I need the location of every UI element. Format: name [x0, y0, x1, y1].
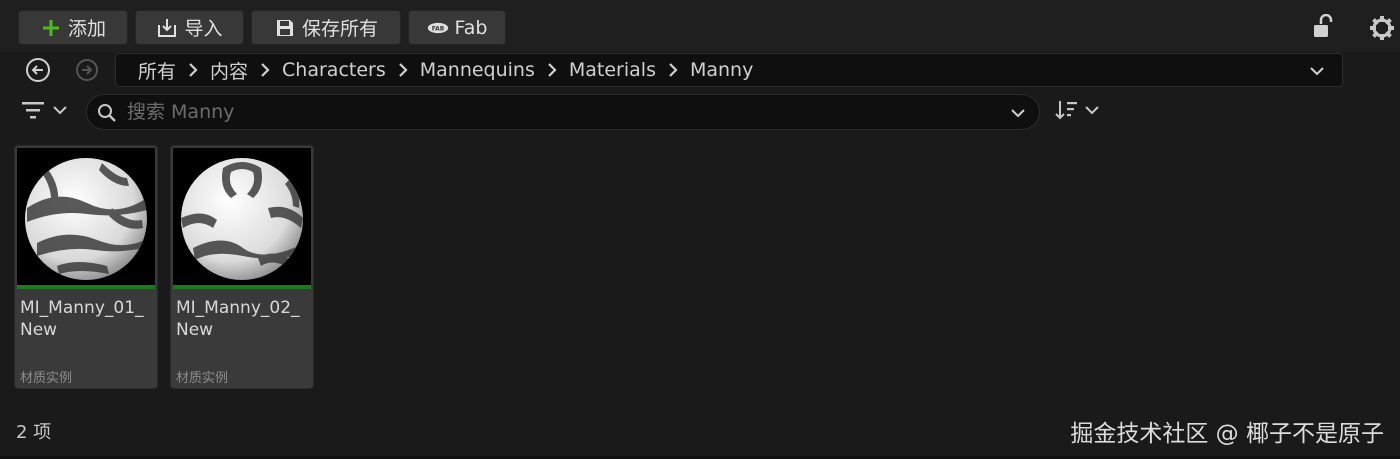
chevron-down-icon[interactable]	[1009, 104, 1027, 122]
plus-icon	[40, 17, 62, 39]
fab-button[interactable]: FAB Fab	[408, 10, 506, 45]
breadcrumb-item-all[interactable]: 所有	[138, 57, 176, 84]
save-all-button[interactable]: 保存所有	[251, 10, 401, 45]
item-count: 2 项	[16, 422, 52, 443]
material-thumbnail	[173, 148, 311, 285]
import-icon	[156, 17, 178, 39]
unlock-icon[interactable]	[1312, 13, 1336, 40]
fab-icon: FAB	[427, 17, 449, 39]
import-label: 导入	[184, 18, 223, 40]
fab-label: Fab	[454, 16, 488, 39]
back-arrow-icon[interactable]	[25, 57, 51, 83]
asset-name: MI_Manny_02_ New	[176, 297, 310, 341]
search-icon	[97, 103, 117, 123]
asset-type-label: 材质实例	[176, 371, 229, 386]
asset-tile[interactable]: MI_Manny_01_ New 材质实例	[14, 145, 158, 389]
chevron-right-icon[interactable]	[656, 63, 690, 77]
breadcrumb-item-manny[interactable]: Manny	[690, 59, 753, 81]
asset-type-strip	[17, 285, 155, 289]
chevron-right-icon[interactable]	[386, 63, 420, 77]
breadcrumb-item-mannequins[interactable]: Mannequins	[420, 59, 535, 81]
search-input[interactable]	[127, 98, 997, 126]
content-browser: 添加 导入 保存所有 FAB Fab 所有 内容 Characters Mann…	[0, 0, 1400, 459]
chevron-right-icon[interactable]	[176, 63, 210, 77]
forward-arrow-icon[interactable]	[74, 57, 100, 83]
save-all-label: 保存所有	[301, 18, 378, 40]
asset-name-line: MI_Manny_01_	[20, 298, 144, 318]
gear-icon[interactable]	[1368, 14, 1396, 42]
watermark-text: 掘金技术社区 @ 椰子不是原子	[1070, 421, 1384, 447]
asset-name-line: New	[176, 320, 214, 340]
filter-button[interactable]	[20, 99, 72, 125]
asset-name-line: MI_Manny_02_	[176, 298, 300, 318]
asset-name: MI_Manny_01_ New	[20, 297, 154, 341]
breadcrumb-item-characters[interactable]: Characters	[282, 59, 386, 81]
add-button[interactable]: 添加	[18, 10, 128, 45]
sort-icon	[1054, 98, 1080, 126]
import-button[interactable]: 导入	[135, 10, 244, 45]
search-bar	[86, 94, 1040, 130]
toolbar: 添加 导入 保存所有 FAB Fab	[0, 0, 1400, 52]
asset-name-line: New	[20, 320, 58, 340]
chevron-down-icon	[52, 102, 68, 122]
breadcrumb-item-content[interactable]: 内容	[210, 57, 248, 84]
sort-button[interactable]	[1054, 99, 1104, 125]
breadcrumb: 所有 内容 Characters Mannequins Materials Ma…	[115, 53, 1343, 87]
asset-type-label: 材质实例	[20, 371, 73, 386]
filter-icon	[20, 99, 46, 125]
chevron-right-icon[interactable]	[248, 63, 282, 77]
asset-tile[interactable]: MI_Manny_02_ New 材质实例	[170, 145, 314, 389]
chevron-down-icon	[1084, 102, 1100, 122]
chevron-right-icon[interactable]	[535, 63, 569, 77]
svg-text:FAB: FAB	[431, 26, 444, 32]
breadcrumb-item-materials[interactable]: Materials	[569, 59, 656, 81]
chevron-down-icon[interactable]	[1308, 62, 1326, 80]
save-icon	[274, 17, 296, 39]
material-thumbnail	[17, 148, 155, 285]
asset-type-strip	[173, 285, 311, 289]
add-label: 添加	[67, 18, 106, 40]
